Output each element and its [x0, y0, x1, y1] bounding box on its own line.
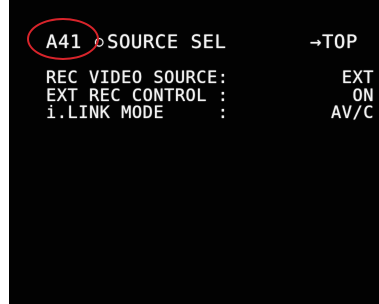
menu-item-ilink-mode[interactable]: i.LINK MODE : AV/C	[9, 105, 379, 122]
osd-menu: A41 ○ SOURCE SEL →TOP REC VIDEO SOURCE: …	[9, 0, 379, 304]
menu-item-value: AV/C	[331, 103, 374, 123]
menu-item-label: i.LINK MODE :	[46, 103, 229, 123]
menu-title: SOURCE SEL	[107, 31, 227, 53]
menu-code: A41	[46, 31, 82, 53]
menu-header: A41 ○ SOURCE SEL →TOP	[9, 33, 379, 57]
menu-item-value: EXT	[341, 68, 374, 88]
menu-item-rec-video-source[interactable]: REC VIDEO SOURCE: EXT	[9, 70, 379, 87]
menu-item-label: REC VIDEO SOURCE:	[46, 68, 229, 88]
top-link[interactable]: →TOP	[310, 33, 379, 52]
menu-separator-icon: ○	[95, 34, 104, 50]
viewfinder-screen: A41 ○ SOURCE SEL →TOP REC VIDEO SOURCE: …	[9, 0, 379, 304]
